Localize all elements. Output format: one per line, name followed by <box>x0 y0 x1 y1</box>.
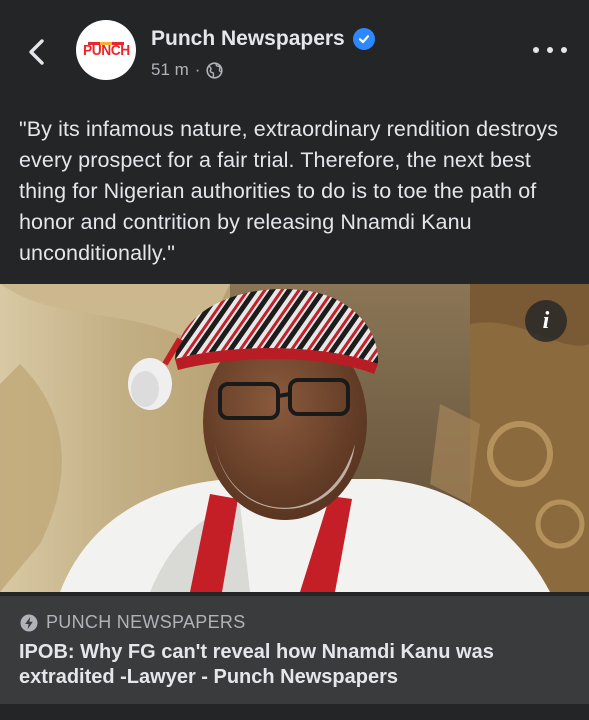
post-photo[interactable] <box>0 284 589 592</box>
post-screen: PUNCH Punch Newspapers 51 m · "By its in… <box>0 0 589 720</box>
more-options-button[interactable] <box>533 40 567 60</box>
page-name[interactable]: Punch Newspapers <box>151 27 345 51</box>
dot-icon <box>533 47 539 53</box>
post-text: "By its infamous nature, extraordinary r… <box>19 117 559 265</box>
chevron-left-icon <box>29 39 44 65</box>
page-avatar[interactable]: PUNCH <box>76 20 136 80</box>
link-source-row: PUNCH NEWSPAPERS <box>20 612 246 633</box>
post-meta: 51 m · <box>151 60 224 80</box>
link-title[interactable]: IPOB: Why FG can't reveal how Nnamdi Kan… <box>19 640 571 690</box>
avatar-logo-text: PUNCH <box>82 41 130 59</box>
post-timestamp[interactable]: 51 m <box>151 60 189 80</box>
bottom-divider <box>0 704 589 720</box>
post-header: PUNCH Punch Newspapers 51 m · <box>0 0 589 92</box>
back-button[interactable] <box>20 32 52 72</box>
globe-icon <box>206 61 224 79</box>
photo-illustration <box>0 284 589 592</box>
instant-article-bolt-icon <box>20 614 38 631</box>
info-button[interactable]: i <box>525 300 567 342</box>
dot-icon <box>547 47 553 53</box>
link-source-name: PUNCH NEWSPAPERS <box>46 612 246 632</box>
verified-badge-icon <box>352 28 375 50</box>
dot-icon <box>561 47 567 53</box>
meta-separator: · <box>194 60 201 79</box>
page-name-row: Punch Newspapers <box>151 27 375 51</box>
